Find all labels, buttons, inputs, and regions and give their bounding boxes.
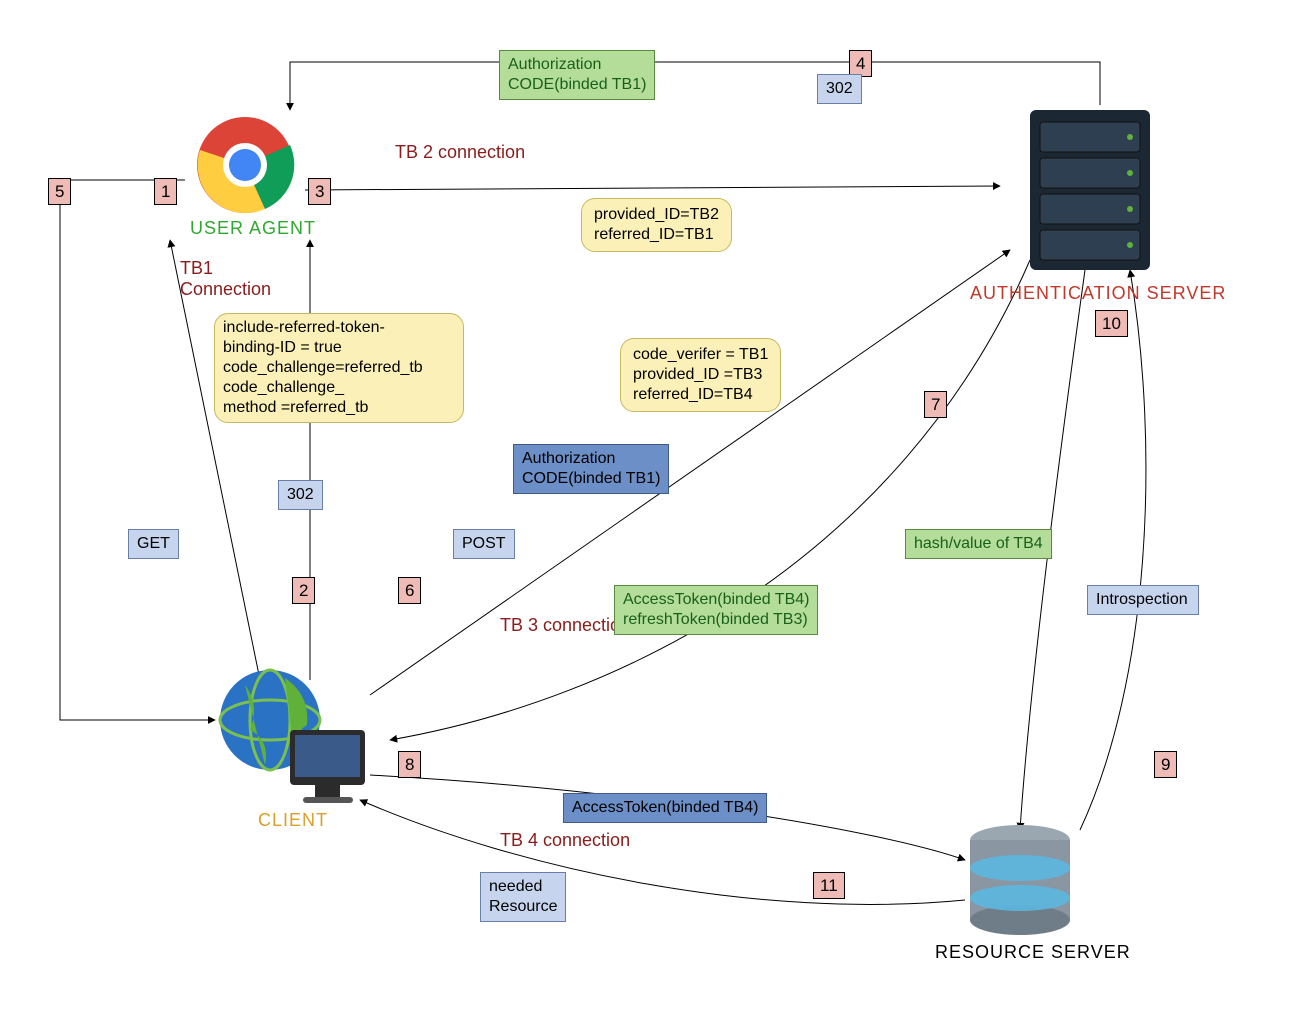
diagram-stage: USER AGENT CLIENT AUTHENTICATION SERVER … <box>0 0 1294 1011</box>
http-302-a: 302 <box>278 480 323 510</box>
step-10: 10 <box>1095 310 1128 337</box>
auth-server-icon <box>1010 100 1170 285</box>
msg-tokens: AccessToken(binded TB4) refreshToken(bin… <box>614 585 818 635</box>
msg-hash-tb4: hash/value of TB4 <box>905 529 1052 559</box>
client-label: CLIENT <box>258 810 328 831</box>
resource-server-label: RESOURCE SERVER <box>935 942 1131 963</box>
note-1: include-referred-token- binding-ID = tru… <box>214 313 464 423</box>
tb3-connection-label: TB 3 connection <box>500 615 630 636</box>
step-9: 9 <box>1154 751 1177 778</box>
step-3: 3 <box>308 178 331 205</box>
msg-access-token: AccessToken(binded TB4) <box>563 793 767 823</box>
http-introspection: Introspection <box>1087 585 1199 615</box>
step-2: 2 <box>292 577 315 604</box>
tb4-connection-label: TB 4 connection <box>500 830 630 851</box>
http-302-b: 302 <box>817 74 862 104</box>
step-5: 5 <box>48 178 71 205</box>
msg-auth-code-blue: Authorization CODE(binded TB1) <box>513 444 669 494</box>
user-agent-label: USER AGENT <box>190 218 316 239</box>
step-1: 1 <box>154 178 177 205</box>
step-11: 11 <box>813 872 845 899</box>
step-6: 6 <box>398 577 421 604</box>
step-8: 8 <box>398 751 421 778</box>
tb2-connection-label: TB 2 connection <box>395 142 525 163</box>
client-icon <box>215 650 375 815</box>
user-agent-icon <box>195 115 295 215</box>
step-7: 7 <box>924 391 947 418</box>
msg-auth-code-green: Authorization CODE(binded TB1) <box>499 50 655 100</box>
note-2: provided_ID=TB2 referred_ID=TB1 <box>581 198 732 252</box>
msg-needed-resource: needed Resource <box>480 872 566 922</box>
resource-server-icon <box>960 820 1080 945</box>
tb1-connection-label: TB1 Connection <box>180 258 271 300</box>
http-get: GET <box>128 529 179 559</box>
note-3: code_verifer = TB1 provided_ID =TB3 refe… <box>620 338 781 412</box>
auth-server-label: AUTHENTICATION SERVER <box>970 283 1226 304</box>
http-post: POST <box>453 529 515 559</box>
